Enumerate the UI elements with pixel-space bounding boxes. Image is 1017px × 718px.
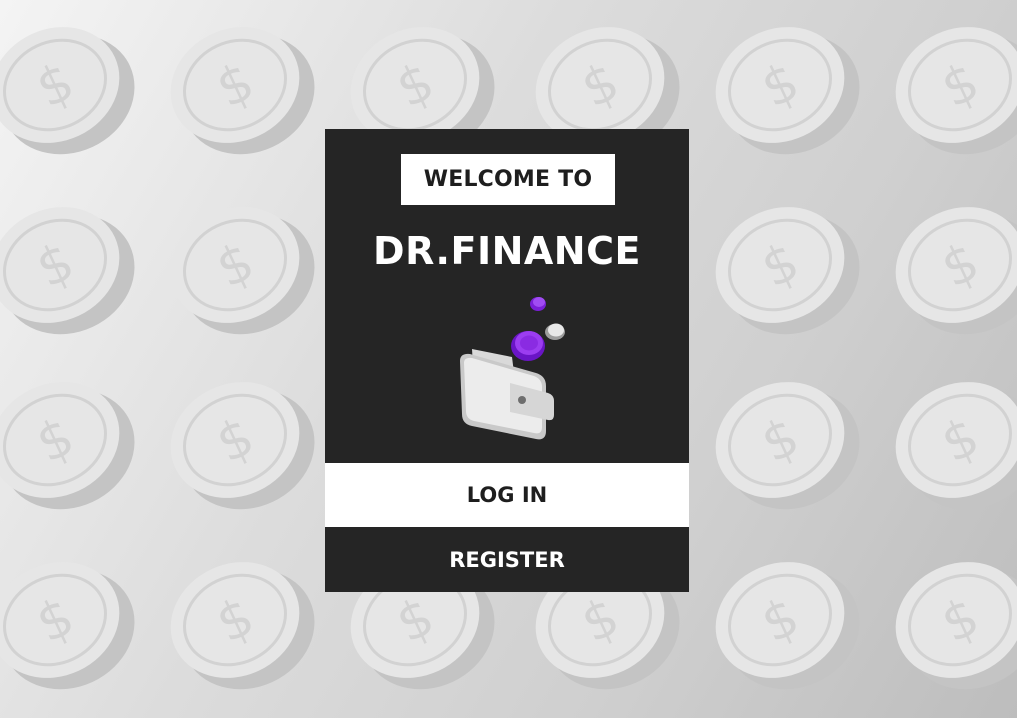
wallet-clasp: [518, 396, 526, 404]
dollar-coin-icon: $: [0, 562, 135, 690]
dollar-coin-icon: $: [170, 382, 315, 510]
dollar-coin-icon: $: [715, 382, 860, 510]
app-title: DR.FINANCE: [373, 229, 641, 273]
wallet-with-coins-icon: [460, 297, 565, 440]
dollar-coin-icon: $: [170, 562, 315, 690]
login-button[interactable]: LOG IN: [325, 463, 689, 527]
dollar-coin-icon: $: [715, 207, 860, 335]
dollar-coin-icon: $: [0, 382, 135, 510]
welcome-card: WELCOME TO DR.FINANCE LOG IN REGISTER: [325, 129, 689, 592]
dollar-coin-icon: $: [170, 27, 315, 155]
dollar-coin-icon: $: [170, 207, 315, 335]
dollar-coin-icon: $: [0, 27, 135, 155]
dollar-coin-icon: $: [715, 27, 860, 155]
dollar-coin-icon: $: [0, 207, 135, 335]
dollar-coin-icon: $: [895, 207, 1017, 335]
dollar-coin-icon: $: [895, 562, 1017, 690]
welcome-label: WELCOME TO: [401, 154, 615, 205]
dollar-coin-icon: $: [895, 27, 1017, 155]
register-button[interactable]: REGISTER: [325, 527, 689, 592]
dollar-coin-icon: $: [715, 562, 860, 690]
welcome-screen: $$$$$$$$$$$$$$$$$$$$$$$$ WELCOME TO DR.F…: [0, 0, 1017, 718]
dollar-coin-icon: $: [895, 382, 1017, 510]
